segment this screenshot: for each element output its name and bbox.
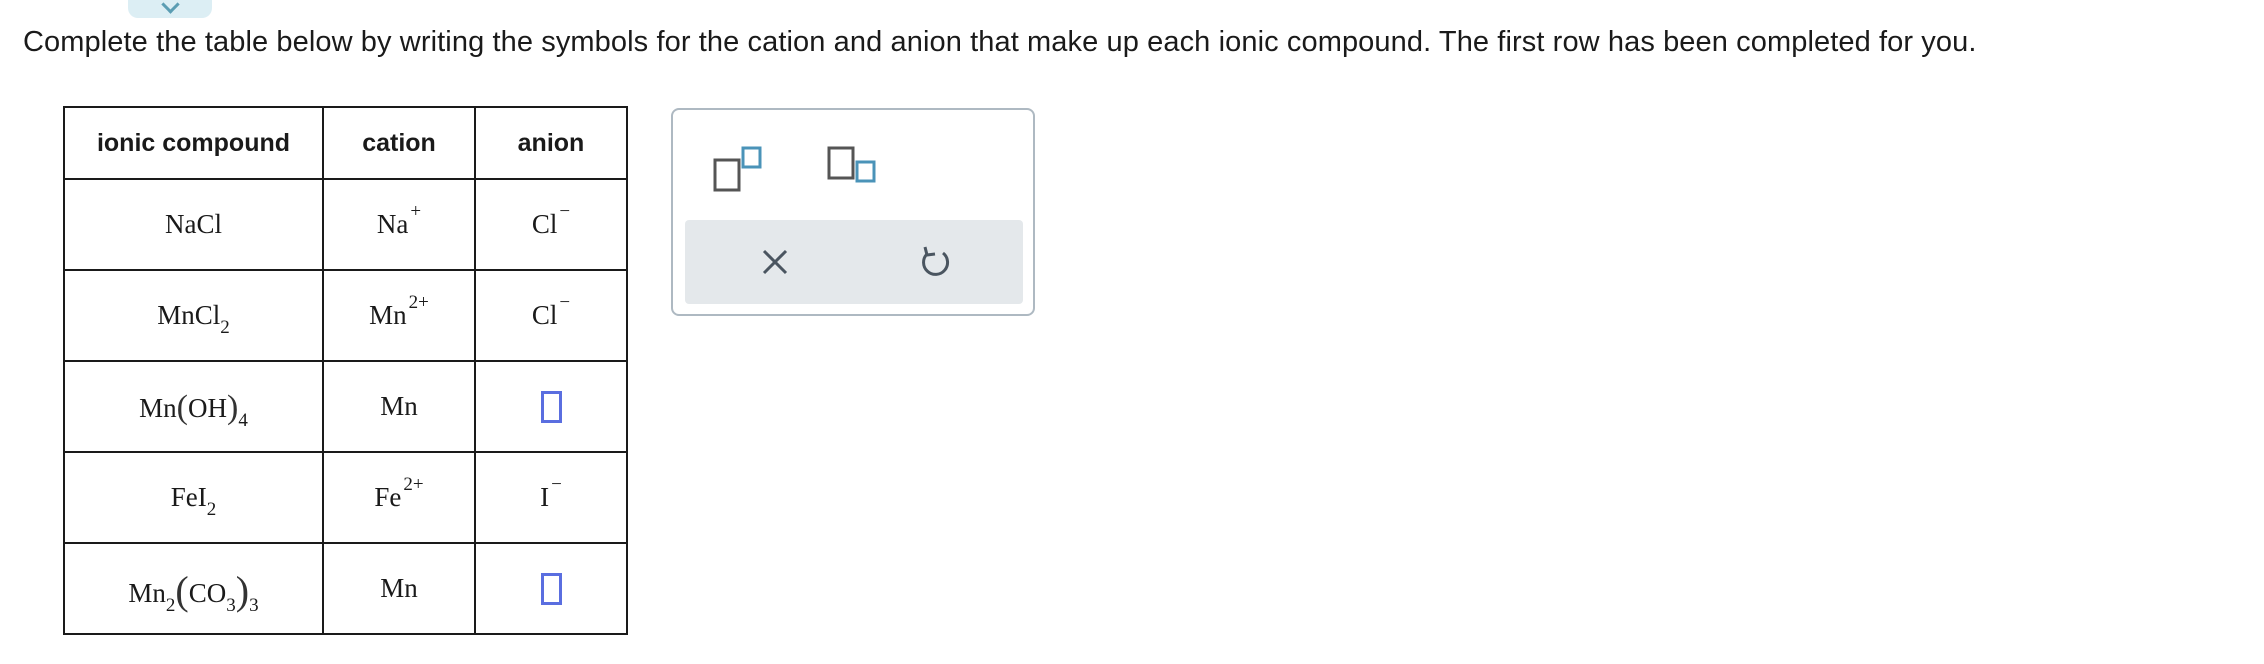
compound-cell: FeI2 [63,451,324,544]
ion-symbol: I [540,482,550,512]
ion-symbol: Na [376,209,409,239]
formula-subscript: 2 [220,317,230,338]
formula-part: NaCl [165,209,222,239]
cation-cell: Mn [322,542,476,635]
anion-cell: Cl − [474,178,628,271]
formula-toolbox [671,108,1035,316]
header-anion: anion [474,106,628,180]
cation-cell: Na + [322,178,476,271]
formula-part: FeI [170,482,207,512]
header-ionic-compound: ionic compound [63,106,324,180]
anion-formula: Cl − [531,201,570,240]
formula-part: Mn [128,578,166,608]
anion-formula: I − [540,474,562,513]
close-paren: ) [235,568,250,613]
ion-symbol: Cl [531,209,558,239]
undo-icon [922,246,950,276]
ion-charge: 2+ [408,292,429,313]
subscript-icon [827,146,876,183]
table-row: FeI2 Fe 2+ I − [63,451,628,544]
ion-symbol: Mn [380,391,418,421]
cation-formula: Mn [380,391,418,422]
cation-formula: Mn [380,573,418,604]
formula-part: CO [188,578,227,608]
close-icon [762,249,788,275]
formula-subscript: 3 [226,595,236,616]
ion-charge: 2+ [403,474,424,495]
ion-symbol: Fe [374,482,402,512]
superscript-button[interactable] [711,138,771,198]
ion-charge: − [559,292,571,313]
compound-formula: Mn2(CO3)3 [128,565,258,616]
anion-answer-input[interactable] [540,573,562,606]
open-paren: ( [176,388,188,426]
clear-button[interactable] [747,234,803,290]
anion-cell[interactable] [474,542,628,635]
subscript-button[interactable] [825,138,885,198]
cation-cell: Mn 2+ [322,269,476,362]
formula-subscript: 2 [206,499,217,520]
table-row: NaCl Na + Cl − [63,178,628,271]
compound-formula: Mn(OH)4 [139,388,248,431]
open-paren: ( [175,568,189,613]
anion-formula: Cl − [531,292,570,331]
table-header-row: ionic compound cation anion [63,106,628,180]
formula-subscript: 4 [238,409,248,431]
formula-part: MnCl [157,300,221,330]
ion-charge: − [559,201,571,222]
ionic-compound-table: ionic compound cation anion NaCl Na + Cl −… [63,106,628,635]
compound-formula: MnCl2 [157,300,230,338]
table-row: MnCl2 Mn 2+ Cl − [63,269,628,362]
ion-symbol: Cl [531,300,558,330]
chevron-down-icon [161,0,180,14]
cation-formula: Mn 2+ [369,292,429,331]
cation-cell: Fe 2+ [322,451,476,544]
compound-cell: NaCl [63,178,324,271]
anion-answer-input[interactable] [540,391,562,424]
compound-cell: MnCl2 [63,269,324,362]
compound-cell: Mn2(CO3)3 [63,542,324,635]
undo-button[interactable] [907,234,963,290]
close-paren: ) [227,388,239,426]
collapse-tab[interactable] [128,0,212,18]
anion-cell: Cl − [474,269,628,362]
anion-cell: I − [474,451,628,544]
ion-symbol: Mn [380,573,418,603]
formula-part: Mn [139,392,177,423]
cation-cell: Mn [322,360,476,453]
compound-formula: FeI2 [170,482,217,520]
compound-cell: Mn(OH)4 [63,360,324,453]
cation-formula: Na + [376,201,421,240]
ion-charge: + [410,201,422,222]
formula-part: OH [188,392,227,423]
instructions-text: Complete the table below by writing the … [23,26,1977,58]
cation-formula: Fe 2+ [374,474,423,513]
header-cation: cation [322,106,476,180]
ion-symbol: Mn [369,300,407,330]
superscript-icon [713,146,762,192]
table-row: Mn(OH)4 Mn [63,360,628,453]
formula-subscript: 3 [249,595,259,616]
compound-formula: NaCl [165,209,222,240]
formula-subscript: 2 [165,595,176,616]
ion-charge: − [551,474,562,495]
table-row: Mn2(CO3)3 Mn [63,542,628,635]
anion-cell[interactable] [474,360,628,453]
toolbox-action-bar [685,220,1023,304]
